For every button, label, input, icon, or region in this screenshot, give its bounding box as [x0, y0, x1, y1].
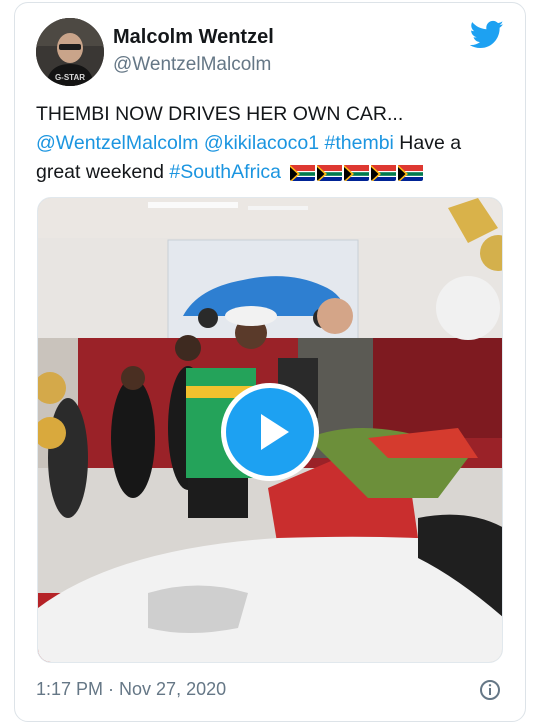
mention-link[interactable]: @WentzelMalcolm	[36, 132, 198, 154]
south-africa-flag-icon	[398, 163, 424, 181]
hashtag-link[interactable]: #thembi	[325, 132, 394, 154]
twitter-bird-icon[interactable]	[469, 20, 504, 50]
info-icon[interactable]	[479, 679, 501, 701]
play-icon	[261, 414, 289, 450]
tweet-text-fragment: great weekend	[36, 161, 170, 183]
tweet-timestamp[interactable]: 1:17 PM · Nov 27, 2020	[36, 679, 226, 700]
author-handle[interactable]: @WentzelMalcolm	[113, 54, 271, 76]
south-africa-flag-icon	[344, 163, 370, 181]
tweet-text-fragment: Have a	[393, 132, 462, 154]
play-button[interactable]	[221, 383, 319, 481]
flag-emoji-group	[290, 163, 424, 181]
author-name[interactable]: Malcolm Wentzel	[113, 26, 274, 49]
svg-text:G-STAR: G-STAR	[55, 73, 85, 82]
south-africa-flag-icon	[290, 163, 316, 181]
south-africa-flag-icon	[317, 163, 343, 181]
south-africa-flag-icon	[371, 163, 397, 181]
author-avatar[interactable]: G-STAR	[36, 18, 104, 86]
tweet-text: THEMBI NOW DRIVES HER OWN CAR... @Wentze…	[36, 100, 506, 187]
mention-link[interactable]: @kikilacoco1	[204, 132, 319, 154]
hashtag-link[interactable]: #SouthAfrica	[169, 161, 281, 183]
tweet-text-line1: THEMBI NOW DRIVES HER OWN CAR...	[36, 103, 404, 125]
